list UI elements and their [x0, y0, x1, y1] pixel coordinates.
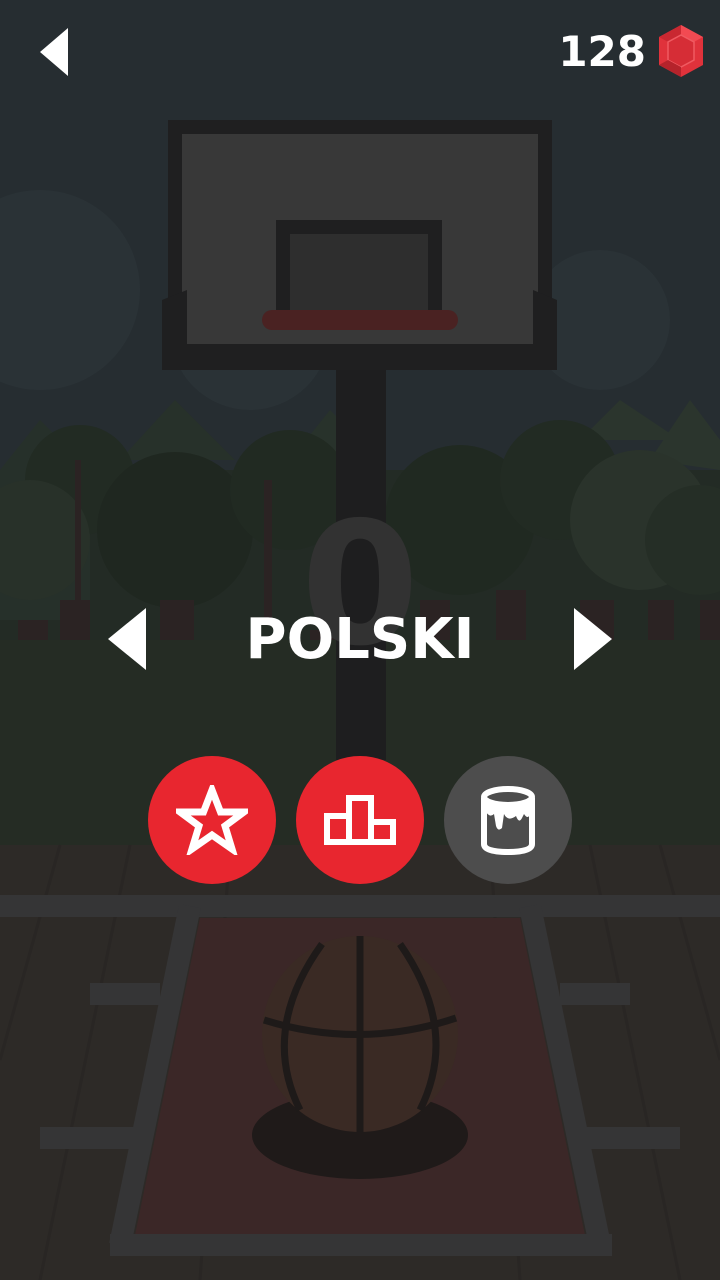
back-button[interactable] [36, 26, 76, 78]
right-arrow-icon [574, 608, 612, 670]
paint-bucket-icon [481, 786, 535, 856]
left-arrow-icon [108, 608, 146, 670]
next-team-button[interactable] [570, 606, 614, 672]
favorites-button[interactable] [148, 756, 276, 884]
backboard [162, 120, 557, 370]
star-icon [176, 785, 248, 855]
paint-bucket-button[interactable] [444, 756, 572, 884]
gem-counter: 128 [558, 22, 706, 80]
hoop-rim [262, 310, 458, 330]
back-arrow-icon [40, 28, 68, 76]
podium-icon [324, 795, 396, 845]
previous-team-button[interactable] [106, 606, 150, 672]
basketball [252, 936, 468, 1179]
ruby-gem-icon [659, 25, 703, 77]
leaderboard-button[interactable] [296, 756, 424, 884]
gem-count: 128 [558, 26, 646, 76]
